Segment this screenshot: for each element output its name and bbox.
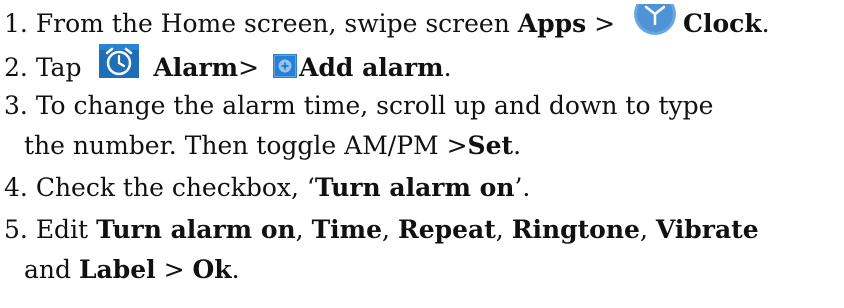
clock-app-icon bbox=[633, 4, 677, 36]
clock-label: Clock bbox=[683, 9, 762, 38]
step-5-number: 5. bbox=[4, 215, 28, 244]
set-label: Set bbox=[467, 131, 514, 160]
step-5: 5. Edit Turn alarm on, Time, Repeat, Rin… bbox=[4, 215, 759, 244]
step-1-number: 1. bbox=[4, 9, 28, 38]
step-3: 3. To change the alarm time, scroll up a… bbox=[4, 91, 714, 120]
step-3-continued: the number. Then toggle AM/PM >Set. bbox=[24, 131, 522, 160]
apps-label: Apps bbox=[517, 9, 587, 38]
step-2-number: 2. bbox=[4, 53, 28, 82]
step-1-text: From the Home screen, swipe screen bbox=[35, 9, 518, 38]
alarm-label: Alarm bbox=[153, 53, 239, 82]
alarm-icon bbox=[99, 44, 140, 78]
step-4-number: 4. bbox=[4, 173, 28, 202]
step-5-continued: and Label > Ok. bbox=[24, 255, 240, 284]
add-alarm-label: Add alarm bbox=[299, 53, 444, 82]
step-4: 4. Check the checkbox, ‘Turn alarm on’. bbox=[4, 173, 531, 202]
turn-alarm-on-label: Turn alarm on bbox=[314, 173, 515, 202]
add-alarm-icon bbox=[273, 54, 298, 78]
step-2: 2. Tap Alarm> Add alarm. bbox=[4, 44, 452, 84]
step-1: 1. From the Home screen, swipe screen Ap… bbox=[4, 4, 770, 44]
step-3-number: 3. bbox=[4, 91, 28, 120]
